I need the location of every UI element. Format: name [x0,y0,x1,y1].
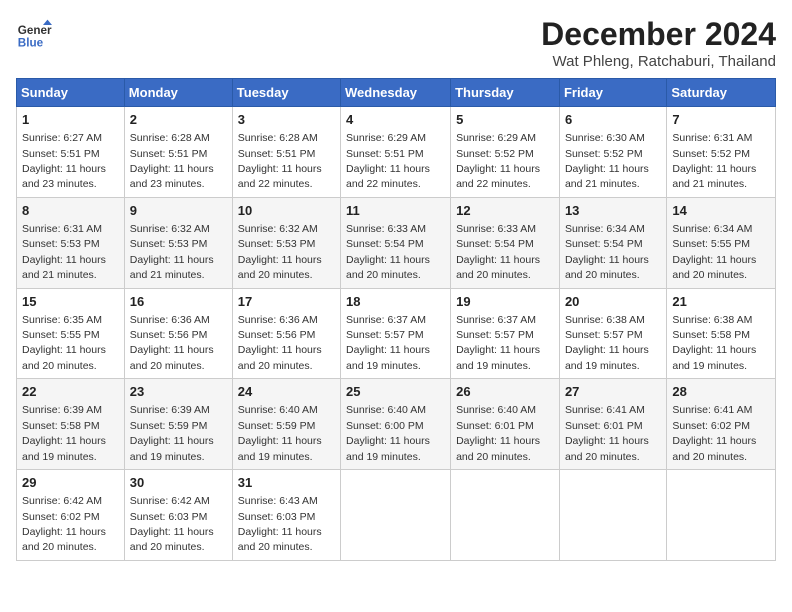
col-monday: Monday [124,79,232,107]
table-row: 15 Sunrise: 6:35 AMSunset: 5:55 PMDaylig… [17,288,125,379]
table-row: 11 Sunrise: 6:33 AMSunset: 5:54 PMDaylig… [341,197,451,288]
page-title: December 2024 [541,16,776,53]
table-row: 1 Sunrise: 6:27 AMSunset: 5:51 PMDayligh… [17,107,125,198]
calendar-body: 1 Sunrise: 6:27 AMSunset: 5:51 PMDayligh… [17,107,776,561]
col-friday: Friday [559,79,666,107]
calendar-table: Sunday Monday Tuesday Wednesday Thursday… [16,78,776,561]
page-subtitle: Wat Phleng, Ratchaburi, Thailand [541,53,776,70]
table-row: 30 Sunrise: 6:42 AMSunset: 6:03 PMDaylig… [124,470,232,561]
table-row: 2 Sunrise: 6:28 AMSunset: 5:51 PMDayligh… [124,107,232,198]
table-row: 8 Sunrise: 6:31 AMSunset: 5:53 PMDayligh… [17,197,125,288]
table-row: 14 Sunrise: 6:34 AMSunset: 5:55 PMDaylig… [667,197,776,288]
empty-cell [451,470,560,561]
col-saturday: Saturday [667,79,776,107]
table-row: 4 Sunrise: 6:29 AMSunset: 5:51 PMDayligh… [341,107,451,198]
table-row: 23 Sunrise: 6:39 AMSunset: 5:59 PMDaylig… [124,379,232,470]
table-row: 26 Sunrise: 6:40 AMSunset: 6:01 PMDaylig… [451,379,560,470]
table-row: 29 Sunrise: 6:42 AMSunset: 6:02 PMDaylig… [17,470,125,561]
calendar-week: 8 Sunrise: 6:31 AMSunset: 5:53 PMDayligh… [17,197,776,288]
svg-text:Blue: Blue [18,37,44,50]
table-row: 5 Sunrise: 6:29 AMSunset: 5:52 PMDayligh… [451,107,560,198]
table-row: 13 Sunrise: 6:34 AMSunset: 5:54 PMDaylig… [559,197,666,288]
table-row: 21 Sunrise: 6:38 AMSunset: 5:58 PMDaylig… [667,288,776,379]
table-row: 27 Sunrise: 6:41 AMSunset: 6:01 PMDaylig… [559,379,666,470]
calendar-week: 22 Sunrise: 6:39 AMSunset: 5:58 PMDaylig… [17,379,776,470]
table-row: 18 Sunrise: 6:37 AMSunset: 5:57 PMDaylig… [341,288,451,379]
table-row: 22 Sunrise: 6:39 AMSunset: 5:58 PMDaylig… [17,379,125,470]
table-row: 20 Sunrise: 6:38 AMSunset: 5:57 PMDaylig… [559,288,666,379]
table-row: 24 Sunrise: 6:40 AMSunset: 5:59 PMDaylig… [232,379,340,470]
calendar-header: Sunday Monday Tuesday Wednesday Thursday… [17,79,776,107]
logo: General Blue [16,16,52,52]
table-row: 31 Sunrise: 6:43 AMSunset: 6:03 PMDaylig… [232,470,340,561]
empty-cell [667,470,776,561]
col-thursday: Thursday [451,79,560,107]
page-header: General Blue December 2024 Wat Phleng, R… [16,16,776,70]
table-row: 19 Sunrise: 6:37 AMSunset: 5:57 PMDaylig… [451,288,560,379]
logo-icon: General Blue [16,16,52,52]
calendar-week: 15 Sunrise: 6:35 AMSunset: 5:55 PMDaylig… [17,288,776,379]
calendar-week: 29 Sunrise: 6:42 AMSunset: 6:02 PMDaylig… [17,470,776,561]
table-row: 10 Sunrise: 6:32 AMSunset: 5:53 PMDaylig… [232,197,340,288]
table-row: 16 Sunrise: 6:36 AMSunset: 5:56 PMDaylig… [124,288,232,379]
table-row: 6 Sunrise: 6:30 AMSunset: 5:52 PMDayligh… [559,107,666,198]
table-row: 12 Sunrise: 6:33 AMSunset: 5:54 PMDaylig… [451,197,560,288]
table-row: 25 Sunrise: 6:40 AMSunset: 6:00 PMDaylig… [341,379,451,470]
table-row: 17 Sunrise: 6:36 AMSunset: 5:56 PMDaylig… [232,288,340,379]
calendar-week: 1 Sunrise: 6:27 AMSunset: 5:51 PMDayligh… [17,107,776,198]
col-wednesday: Wednesday [341,79,451,107]
col-sunday: Sunday [17,79,125,107]
table-row: 7 Sunrise: 6:31 AMSunset: 5:52 PMDayligh… [667,107,776,198]
col-tuesday: Tuesday [232,79,340,107]
table-row: 3 Sunrise: 6:28 AMSunset: 5:51 PMDayligh… [232,107,340,198]
title-block: December 2024 Wat Phleng, Ratchaburi, Th… [541,16,776,70]
empty-cell [341,470,451,561]
table-row: 9 Sunrise: 6:32 AMSunset: 5:53 PMDayligh… [124,197,232,288]
table-row: 28 Sunrise: 6:41 AMSunset: 6:02 PMDaylig… [667,379,776,470]
empty-cell [559,470,666,561]
svg-text:General: General [18,24,52,37]
